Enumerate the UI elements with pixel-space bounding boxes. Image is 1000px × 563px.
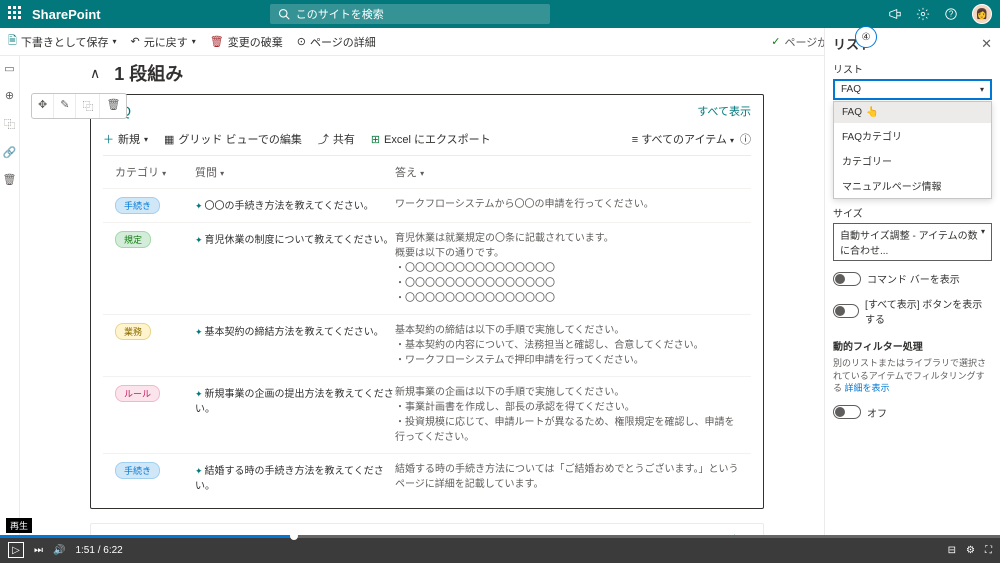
add-webpart-icon[interactable]: ⊕ [5, 89, 14, 102]
table-row[interactable]: 規定 ✦育児休業の制度について教えてください。育児休業は就業規定の〇条に記載されて… [103, 222, 751, 314]
left-toolbox: ▭ ⊕ ⿻ 🔗 🗑 [0, 56, 20, 536]
sparkle-icon: ✦ [195, 235, 203, 245]
commandbar-toggle[interactable] [833, 272, 861, 286]
skip-icon[interactable]: ⏭ [34, 545, 43, 556]
dynamic-filter-toggle[interactable] [833, 405, 861, 419]
search-box[interactable]: このサイトを検索 [270, 4, 550, 24]
answer-text: ワークフローシステムから〇〇の申請を行ってください。 [395, 197, 739, 212]
sparkle-icon: ✦ [195, 201, 203, 211]
fullscreen-icon[interactable]: ⛶ [985, 545, 992, 556]
search-placeholder: このサイトを検索 [296, 6, 384, 22]
discard-button[interactable]: 🗑変更の破棄 [210, 34, 283, 50]
list-select[interactable]: FAQ▾ [833, 79, 992, 100]
show-all-link[interactable]: すべて表示 [697, 103, 751, 119]
move-icon[interactable]: ✥ [32, 94, 54, 118]
undo-button[interactable]: ↶元に戻す▾ [131, 34, 196, 50]
progress-bar[interactable] [0, 535, 1000, 538]
sparkle-icon: ✦ [195, 327, 203, 337]
category-tag: 手続き [115, 462, 160, 479]
grid-edit-button[interactable]: ▦グリッド ビューでの編集 [164, 131, 302, 147]
category-tag: 規定 [115, 231, 151, 248]
details-link[interactable]: 詳細を表示 [845, 383, 890, 393]
size-select[interactable]: 自動サイズ調整 - アイテムの数に合わせ...▾ [833, 223, 992, 261]
table-row[interactable]: ルール ✦新規事業の企画の提出方法を教えてください。新規事業の企画は以下の手順で実… [103, 376, 751, 453]
showall-toggle[interactable] [833, 304, 859, 318]
dropdown-option[interactable]: FAQ👆 [834, 102, 991, 123]
play-badge: 再生 [6, 518, 32, 533]
category-tag: 業務 [115, 323, 151, 340]
settings-icon[interactable] [916, 7, 930, 21]
close-icon[interactable]: ✕ [981, 36, 992, 52]
property-pane: ④ リスト ✕ リスト FAQ▾ FAQ👆 FAQカテゴリ カテゴリー マニュア… [824, 28, 1000, 537]
table-row[interactable]: 手続き ✦結婚する時の手続き方法を教えてください。結婚する時の手続き方法については… [103, 453, 751, 500]
export-excel-button[interactable]: ⊞Excel にエクスポート [371, 131, 491, 147]
category-tag: ルール [115, 385, 160, 402]
megaphone-icon[interactable] [888, 7, 902, 21]
brand-label: SharePoint [32, 7, 101, 22]
answer-text: 結婚する時の手続き方法については「ご結婚おめでとうございます。」というページに詳… [395, 462, 739, 492]
play-button[interactable]: ▷ [8, 542, 24, 558]
question-text: 育児休業の制度について教えてください。 [205, 235, 394, 246]
toggle-label: オフ [867, 405, 887, 420]
dropdown-option[interactable]: FAQカテゴリ [834, 123, 991, 148]
link-icon[interactable]: 🔗 [3, 146, 17, 159]
sparkle-icon: ✦ [195, 466, 203, 476]
tutorial-callout: ④ [855, 26, 877, 48]
dropdown-option[interactable]: カテゴリー [834, 148, 991, 173]
question-text: 〇〇の手続き方法を教えてください。 [205, 201, 374, 212]
volume-icon[interactable]: 🔊 [53, 545, 65, 556]
captions-icon[interactable]: ⊟ [948, 545, 956, 556]
delete-icon[interactable]: 🗑 [3, 173, 17, 186]
question-text: 結婚する時の手続き方法を教えてください。 [195, 466, 384, 492]
copy-icon[interactable]: ⿻ [4, 116, 15, 132]
filter-heading: 動的フィルター処理 [833, 338, 992, 353]
svg-text:?: ? [949, 10, 954, 19]
table-row[interactable]: 手続き ✦〇〇の手続き方法を教えてください。 ワークフローシステムから〇〇の申請を行… [103, 188, 751, 222]
search-icon [278, 8, 290, 20]
time-display: 1:51 / 6:22 [75, 545, 122, 556]
app-launcher-icon[interactable] [8, 6, 24, 22]
suite-header: SharePoint このサイトを検索 ? 👩 [0, 0, 1000, 28]
table-row[interactable]: 業務 ✦基本契約の締結方法を教えてください。基本契約の締結は以下の手順で実施してく… [103, 314, 751, 376]
new-item-button[interactable]: ＋新規▾ [103, 131, 148, 147]
list-command-bar: ＋新規▾ ▦グリッド ビューでの編集 ⤴共有 ⊞Excel にエクスポート ≡ … [103, 127, 751, 156]
section-title: 1 段組み [114, 60, 183, 86]
sparkle-icon: ✦ [195, 389, 203, 399]
dropdown-option[interactable]: マニュアルページ情報 [834, 173, 991, 198]
settings-icon[interactable]: ⚙ [966, 545, 975, 556]
webpart-toolbar: ✥ ✎ ⿻ 🗑 [31, 93, 127, 119]
trash-icon[interactable]: 🗑 [100, 94, 126, 118]
filter-description: 別のリストまたはライブラリで選択されているアイテムでフィルタリングする 詳細を表… [833, 357, 992, 395]
toggle-label: コマンド バーを表示 [867, 271, 960, 286]
table-header: カテゴリ ▾ 質問 ▾ 答え ▾ [103, 156, 751, 188]
info-icon[interactable]: ⓘ [740, 131, 751, 147]
list-webpart[interactable]: ✥ ✎ ⿻ 🗑 FAQ すべて表示 ＋新規▾ ▦グリッド ビューでの編集 ⤴共有… [90, 94, 764, 509]
canvas: ∧ 1 段組み ✥ ✎ ⿻ 🗑 FAQ すべて表示 ＋新規▾ ▦グリッド ビュー… [20, 56, 824, 537]
list-field-label: リスト [833, 61, 992, 76]
user-avatar[interactable]: 👩 [972, 4, 992, 24]
size-label: サイズ [833, 205, 992, 220]
toggle-label: [すべて表示] ボタンを表示する [865, 296, 992, 326]
answer-text: 基本契約の締結は以下の手順で実施してください。・基本契約の内容について、法務担当… [395, 323, 739, 368]
edit-icon[interactable]: ✎ [54, 94, 76, 118]
question-text: 新規事業の企画の提出方法を教えてください。 [195, 389, 394, 415]
help-icon[interactable]: ? [944, 7, 958, 21]
answer-text: 育児休業は就業規定の〇条に記載されています。概要は以下の通りです。・〇〇〇〇〇〇… [395, 231, 739, 306]
share-button[interactable]: ⤴共有 [318, 131, 355, 147]
page-details-button[interactable]: ⊙ページの詳細 [297, 34, 376, 50]
answer-text: 新規事業の企画は以下の手順で実施してください。・事業計画書を作成し、部長の承認を… [395, 385, 739, 445]
add-section-icon[interactable]: ▭ [4, 62, 14, 75]
save-draft-button[interactable]: 🗎下書きとして保存▾ [8, 32, 117, 51]
list-dropdown: FAQ👆 FAQカテゴリ カテゴリー マニュアルページ情報 [833, 101, 992, 199]
question-text: 基本契約の締結方法を教えてください。 [205, 327, 384, 338]
video-controls: ▷ ⏭ 🔊 1:51 / 6:22 ⊟ ⚙ ⛶ [0, 537, 1000, 563]
duplicate-icon[interactable]: ⿻ [76, 94, 100, 118]
view-switcher[interactable]: ≡ すべてのアイテム ▾ [632, 131, 734, 147]
collapse-icon[interactable]: ∧ [90, 65, 100, 82]
cursor-icon: 👆 [866, 107, 878, 118]
category-tag: 手続き [115, 197, 160, 214]
